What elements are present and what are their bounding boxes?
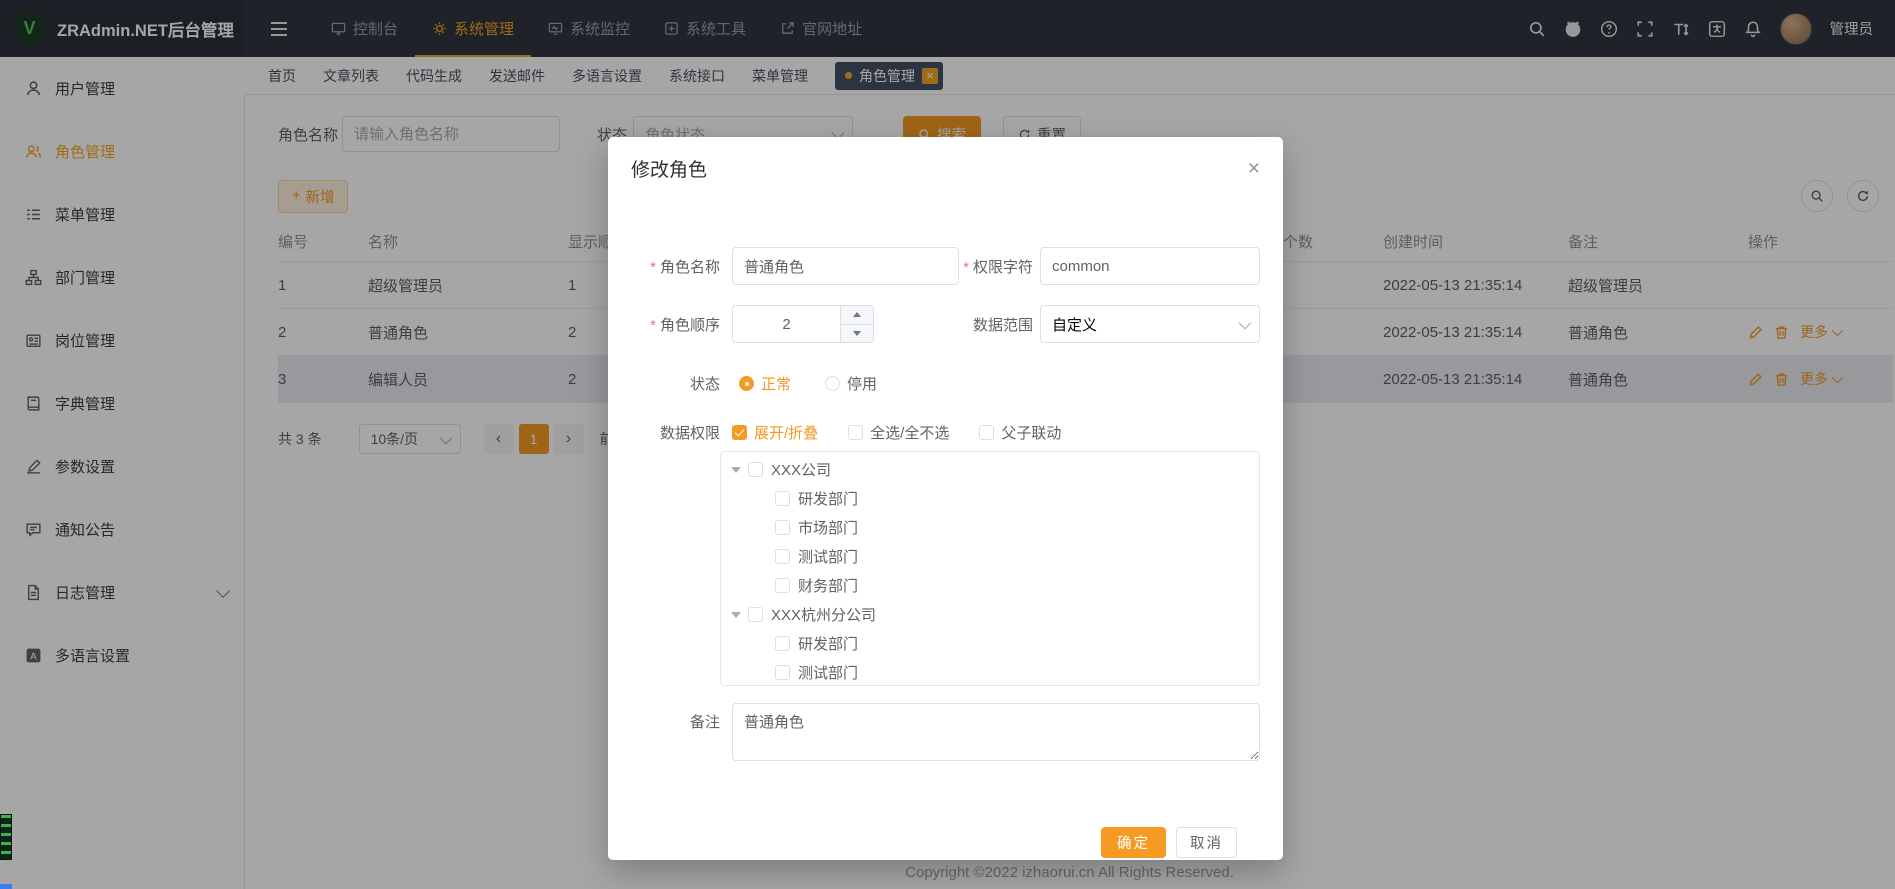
remark-label: 备注	[631, 711, 720, 732]
dialog-row-name-perm: 角色名称 权限字符	[631, 247, 1260, 285]
dialog-footer: 确定 取消	[631, 827, 1260, 858]
dialog-header: 修改角色 ×	[608, 137, 1283, 205]
dialog-row-order-scope: 角色顺序 2 数据范围 自定义	[631, 305, 1260, 343]
checkbox-icon[interactable]	[775, 520, 790, 535]
status-normal-label: 正常	[761, 373, 791, 394]
status-radio-disabled[interactable]: 停用	[825, 373, 877, 394]
dialog-row-remark: 备注 普通角色	[631, 703, 1260, 761]
tree-node-label: XXX公司	[771, 459, 831, 480]
tree-node-label: 研发部门	[798, 633, 858, 654]
data-scope-value: 自定义	[1052, 314, 1097, 335]
dialog-row-status: 状态 正常 停用	[631, 373, 1260, 394]
close-dialog-icon[interactable]: ×	[1248, 159, 1260, 179]
caret-down-icon[interactable]	[731, 612, 741, 623]
expand-collapse-label: 展开/折叠	[754, 422, 818, 443]
checkbox-icon[interactable]	[775, 636, 790, 651]
data-scope-select[interactable]: 自定义	[1040, 305, 1260, 343]
remark-textarea[interactable]: 普通角色	[732, 703, 1260, 761]
cancel-button[interactable]: 取消	[1176, 827, 1237, 858]
tree-node-root[interactable]: XXX公司	[721, 455, 1259, 484]
parent-child-link-label: 父子联动	[1001, 422, 1061, 443]
status-radio-normal[interactable]: 正常	[739, 373, 791, 394]
tree-node-root[interactable]: XXX杭州分公司	[721, 600, 1259, 629]
permission-tree: XXX公司 研发部门 市场部门 测试部门 财务部门	[720, 451, 1260, 686]
parent-child-link-checkbox[interactable]: 父子联动	[979, 422, 1061, 443]
dialog-row-data-perms: 数据权限 展开/折叠 全选/全不选 父子联动	[631, 422, 1260, 443]
checkbox-icon[interactable]	[748, 607, 763, 622]
checkbox-checked-icon	[732, 425, 747, 440]
tree-node-child[interactable]: 财务部门	[721, 571, 1259, 600]
role-name-input[interactable]	[732, 247, 959, 285]
select-all-label: 全选/全不选	[870, 422, 949, 443]
tree-node-child[interactable]: 研发部门	[721, 629, 1259, 658]
corner-app-thumbnail	[0, 814, 12, 860]
confirm-button[interactable]: 确定	[1101, 827, 1166, 858]
tree-node-label: 测试部门	[798, 546, 858, 567]
expand-collapse-checkbox[interactable]: 展开/折叠	[732, 422, 818, 443]
select-all-checkbox[interactable]: 全选/全不选	[848, 422, 949, 443]
corner-blue-strip	[0, 884, 12, 889]
tree-node-label: XXX杭州分公司	[771, 604, 876, 625]
chevron-down-icon	[1239, 316, 1252, 329]
dialog-body: 角色名称 权限字符 角色顺序 2	[608, 205, 1283, 858]
checkbox-icon[interactable]	[775, 578, 790, 593]
perm-string-label: 权限字符	[963, 256, 1040, 277]
data-scope-label: 数据范围	[973, 314, 1040, 335]
role-name-label: 角色名称	[631, 256, 720, 277]
checkbox-icon	[848, 425, 863, 440]
checkbox-icon[interactable]	[748, 462, 763, 477]
tree-node-label: 市场部门	[798, 517, 858, 538]
status-disabled-label: 停用	[847, 373, 877, 394]
role-order-value: 2	[733, 306, 840, 342]
checkbox-icon[interactable]	[775, 491, 790, 506]
tree-node-child[interactable]: 测试部门	[721, 542, 1259, 571]
checkbox-icon[interactable]	[775, 549, 790, 564]
radio-unchecked-icon	[825, 376, 840, 391]
dialog-title: 修改角色	[631, 159, 707, 183]
caret-down-icon[interactable]	[731, 467, 741, 478]
stepper-decrease-icon[interactable]	[841, 325, 873, 343]
role-order-label: 角色顺序	[631, 314, 720, 335]
perm-string-input[interactable]	[1040, 247, 1260, 285]
checkbox-icon	[979, 425, 994, 440]
tree-node-child[interactable]: 研发部门	[721, 484, 1259, 513]
stepper-increase-icon[interactable]	[841, 306, 873, 325]
checkbox-icon[interactable]	[775, 665, 790, 680]
tree-node-label: 测试部门	[798, 662, 858, 683]
radio-checked-icon	[739, 376, 754, 391]
status-label: 状态	[631, 373, 720, 394]
tree-node-child[interactable]: 市场部门	[721, 513, 1259, 542]
data-perm-label: 数据权限	[631, 422, 720, 443]
role-order-stepper[interactable]: 2	[732, 305, 874, 343]
tree-node-child[interactable]: 测试部门	[721, 658, 1259, 686]
tree-node-label: 研发部门	[798, 488, 858, 509]
edit-role-dialog: 修改角色 × 角色名称 权限字符 角色顺序 2	[608, 137, 1283, 860]
tree-node-label: 财务部门	[798, 575, 858, 596]
app-window: V ZRAdmin.NET后台管理 控制台 系统管理 系统监控 系统工具	[0, 0, 1895, 889]
